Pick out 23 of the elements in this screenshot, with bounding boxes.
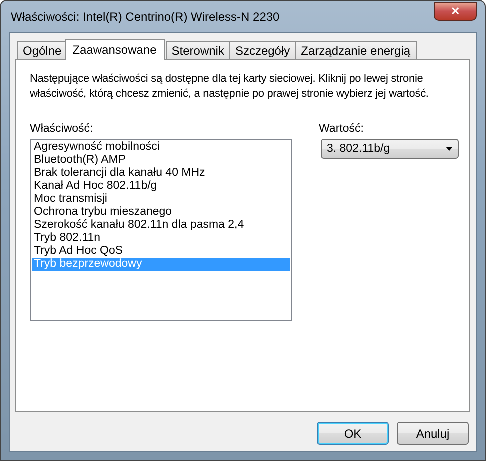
value-dropdown[interactable]: 3. 802.11b/g bbox=[321, 139, 459, 159]
dropdown-arrow-icon bbox=[446, 147, 453, 151]
property-item[interactable]: Agresywność mobilności bbox=[32, 141, 290, 154]
value-label: Wartość: bbox=[319, 123, 365, 135]
property-label: Właściwość: bbox=[30, 123, 94, 135]
property-item[interactable]: Ochrona trybu mieszanego bbox=[32, 206, 290, 219]
property-item[interactable]: Moc transmisji bbox=[32, 193, 290, 206]
property-item[interactable]: Kanał Ad Hoc 802.11b/g bbox=[32, 180, 290, 193]
description-text: Następujące właściwości są dostępne dla tej karty sieciowej. Kliknij po lewej stronie właściwość, którą chcesz zmienić, a następnie po prawej stronie wybierz jej wartość. bbox=[30, 72, 430, 102]
property-item[interactable]: Tryb 802.11n bbox=[32, 232, 290, 245]
close-button[interactable]: ✕ bbox=[434, 2, 477, 21]
dialog-button[interactable]: OK bbox=[317, 422, 389, 445]
window-title: Właściwości: Intel(R) Centrino(R) Wireless-N 2230 bbox=[10, 10, 280, 24]
property-item[interactable]: Szerokość kanału 802.11n dla pasma 2,4 bbox=[32, 219, 290, 232]
dialog-button[interactable]: Anuluj bbox=[397, 422, 469, 445]
property-item[interactable]: Tryb Ad Hoc QoS bbox=[32, 245, 290, 258]
property-item[interactable]: Bluetooth(R) AMP bbox=[32, 154, 290, 167]
tab[interactable]: Ogólne bbox=[17, 41, 68, 59]
property-item[interactable]: Brak tolerancji dla kanału 40 MHz bbox=[32, 167, 290, 180]
tab[interactable]: Sterownik bbox=[166, 41, 230, 59]
tab[interactable]: Szczegóły bbox=[229, 41, 296, 59]
tab[interactable]: Zaawansowane bbox=[64, 39, 165, 60]
tab[interactable]: Zarządzanie energią bbox=[295, 41, 417, 59]
